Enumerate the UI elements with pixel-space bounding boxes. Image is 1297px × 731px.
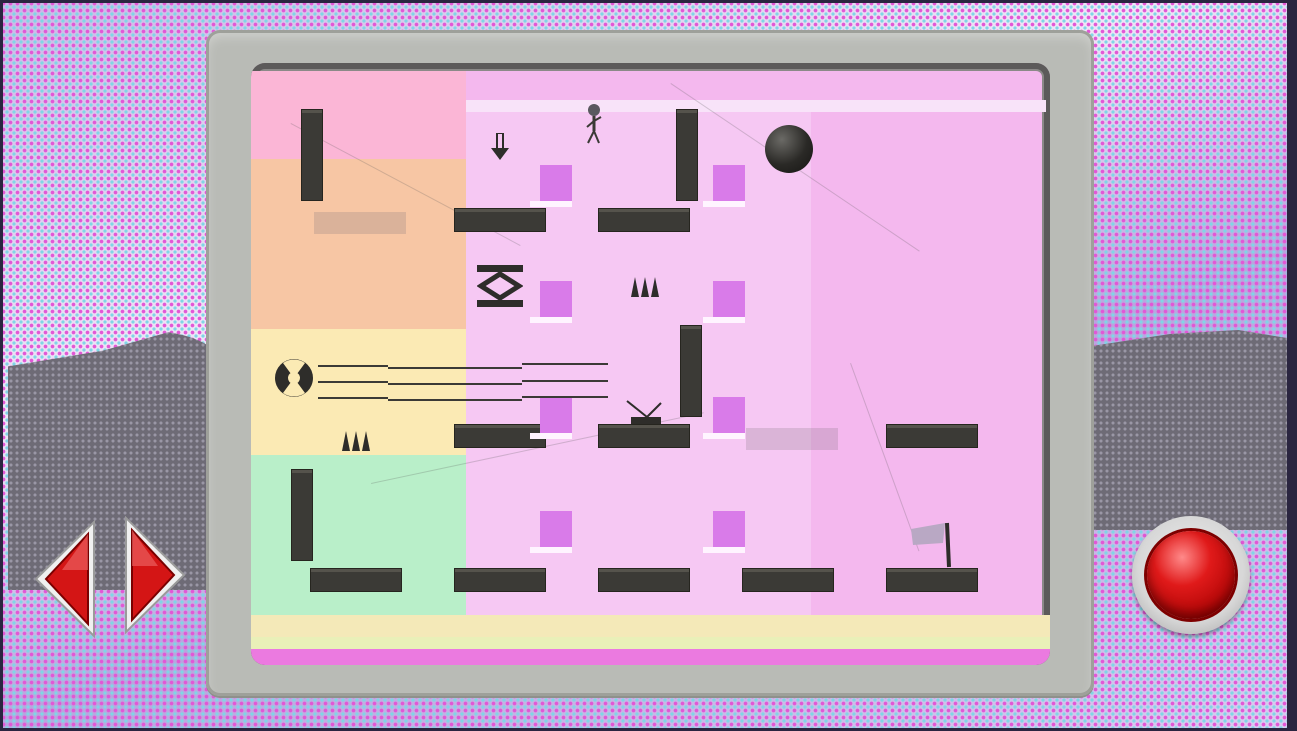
spike-icon (341, 427, 371, 453)
platform (742, 568, 834, 592)
right-arrow-icon (125, 515, 186, 635)
pillar (291, 469, 313, 561)
lever-icon (625, 399, 665, 425)
wind-line (522, 396, 608, 398)
game-screen[interactable] (251, 63, 1050, 665)
wind-line (318, 381, 388, 383)
background-hill-right (1092, 330, 1287, 530)
red-round-button-icon (1147, 531, 1235, 619)
ghost-platform (746, 428, 838, 450)
boulder-icon (765, 125, 813, 173)
platform (454, 568, 546, 592)
pillar (680, 325, 702, 417)
left-arrow-icon (34, 519, 95, 639)
ghost-platform (314, 212, 406, 234)
action-button[interactable] (1132, 516, 1250, 634)
platform (886, 568, 978, 592)
wind-line (388, 399, 522, 401)
stick-figure-icon (585, 103, 603, 145)
move-right-button[interactable] (124, 515, 186, 635)
band-orange (251, 159, 466, 329)
goal-flag-icon (909, 521, 955, 569)
spike-icon (630, 273, 660, 299)
center-column (466, 101, 811, 623)
wind-line (522, 363, 608, 365)
wind-line (388, 383, 522, 385)
magenta-block (703, 397, 745, 439)
platform (454, 208, 546, 232)
magenta-block (530, 165, 572, 207)
platform (598, 424, 690, 448)
pillar (676, 109, 698, 201)
band-pink (251, 71, 466, 159)
spring-icon (476, 265, 524, 307)
top-ledge (466, 100, 1046, 112)
magenta-block (530, 511, 572, 553)
down-arrow-icon (491, 132, 509, 161)
wind-line (388, 367, 522, 369)
magenta-block (703, 511, 745, 553)
platform (886, 424, 978, 448)
wind-line (522, 380, 608, 382)
ground-strip (251, 615, 1050, 637)
platform (598, 568, 690, 592)
platform (598, 208, 690, 232)
wind-line (318, 365, 388, 367)
magenta-block (530, 397, 572, 439)
magenta-block (530, 281, 572, 323)
move-left-button[interactable] (34, 519, 96, 639)
ground-edge (251, 649, 1050, 665)
pillar (301, 109, 323, 201)
magenta-block (703, 165, 745, 207)
ground-base (251, 637, 1050, 649)
platform (310, 568, 402, 592)
fan-icon (273, 357, 315, 399)
wind-line (318, 397, 388, 399)
magenta-block (703, 281, 745, 323)
